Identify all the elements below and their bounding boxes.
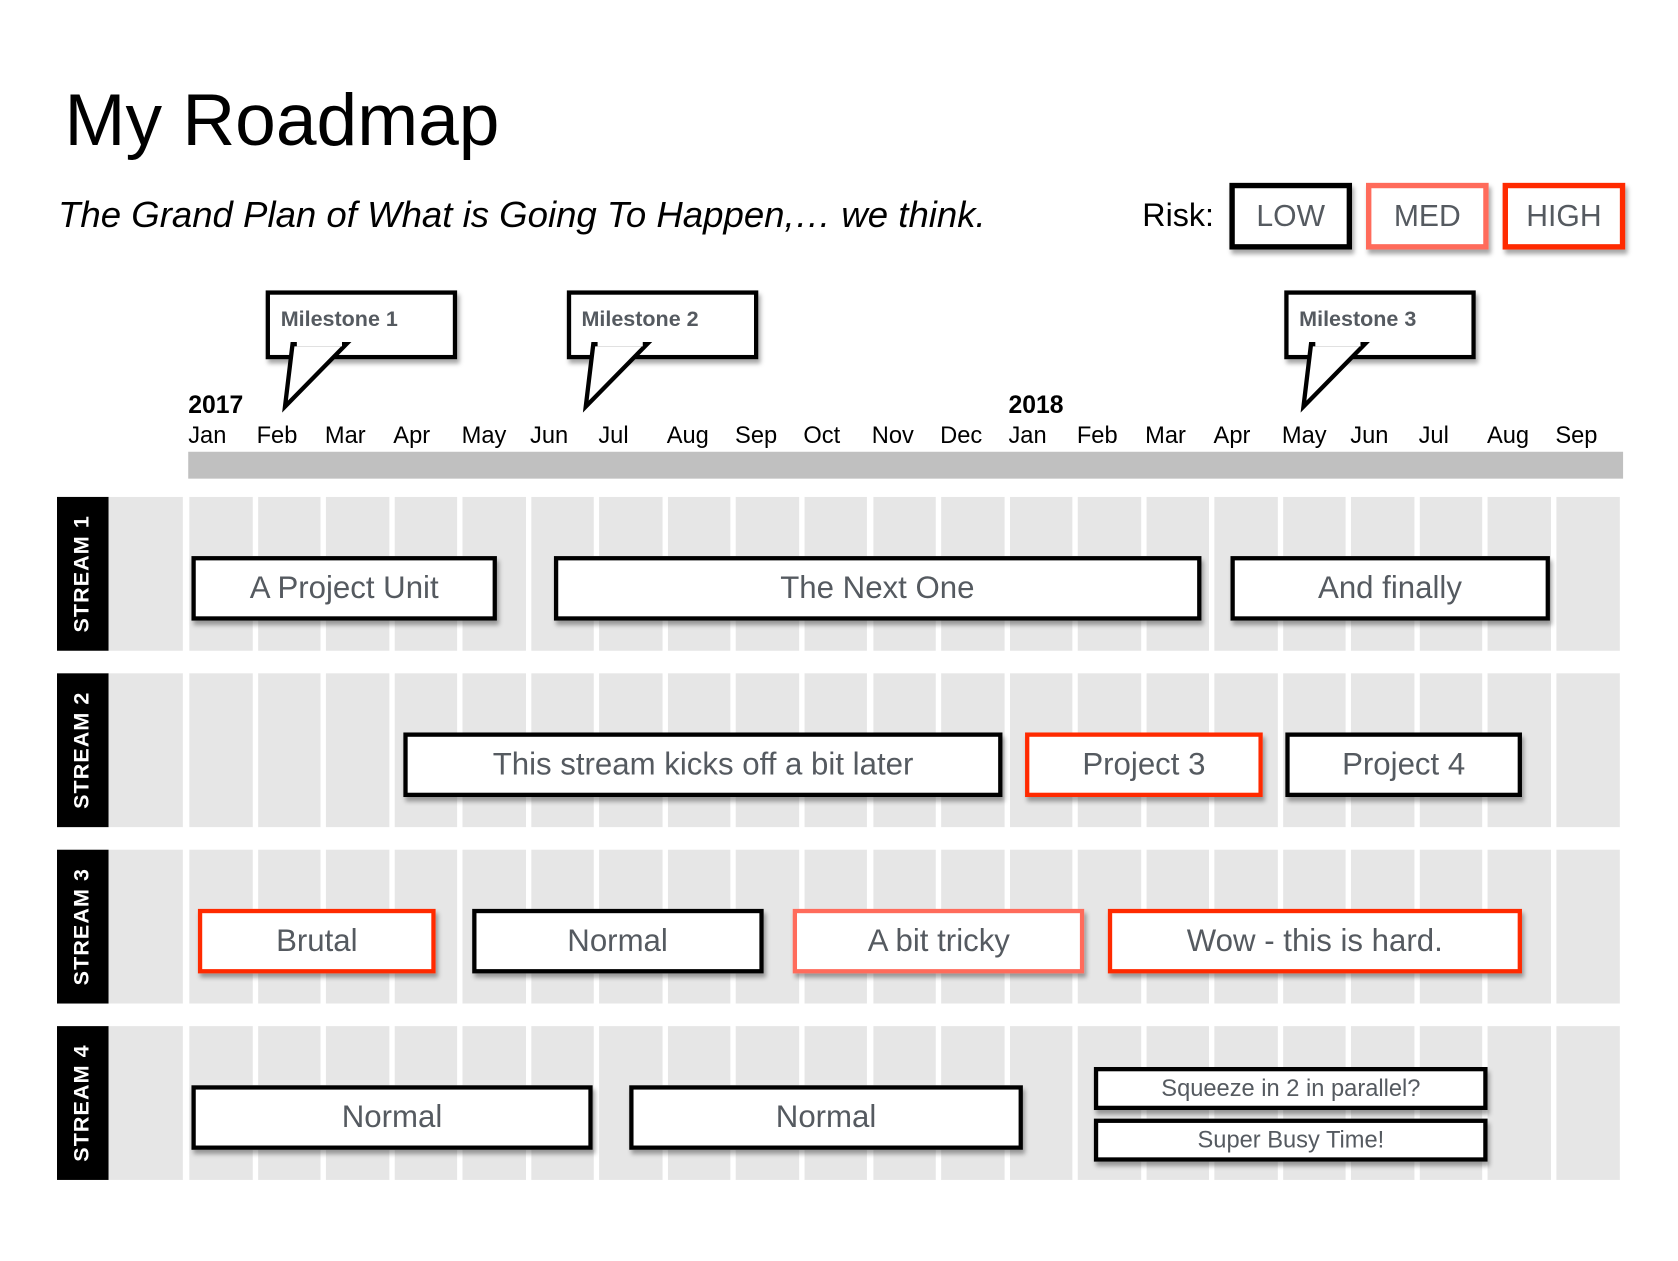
month-label: Oct <box>803 421 841 449</box>
task-bar[interactable]: Normal <box>471 908 764 974</box>
milestone-label: Milestone 2 <box>581 307 699 332</box>
month-label: Jun <box>530 421 569 449</box>
month-label: Aug <box>666 421 709 449</box>
task-bar[interactable]: Normal <box>191 1085 593 1150</box>
stream-label-text: STREAM 1 <box>70 515 95 633</box>
month-cell <box>1556 496 1620 651</box>
month-cell <box>257 673 321 828</box>
month-label: Apr <box>393 421 431 449</box>
stream-row: STREAM 4 Normal Normal Squeeze in 2 in para… <box>57 1026 1624 1180</box>
page-subtitle: The Grand Plan of What is Going To Happe… <box>58 194 986 236</box>
stream-lead-cell <box>108 1026 183 1180</box>
month-label: Sep <box>735 421 778 449</box>
stream-row: STREAM 2 This stream kicks off a bit late… <box>57 673 1624 828</box>
risk-legend-label: Risk: <box>1142 197 1214 234</box>
stream-label-text: STREAM 4 <box>70 1044 95 1162</box>
task-bar[interactable]: Squeeze in 2 in parallel? <box>1093 1066 1489 1111</box>
task-bar[interactable]: Project 4 <box>1285 732 1523 798</box>
roadmap-slide: My Roadmap The Grand Plan of What is Goi… <box>0 0 1678 1261</box>
month-label: May <box>1281 421 1327 449</box>
month-cell <box>1556 1026 1620 1180</box>
milestone-label: Milestone 1 <box>280 307 398 332</box>
month-label: Dec <box>940 421 983 449</box>
task-bar[interactable]: A Project Unit <box>191 556 497 621</box>
month-label: Nov <box>871 421 914 449</box>
stream-label: STREAM 3 <box>57 849 109 1004</box>
risk-legend-high: HIGH <box>1502 182 1626 250</box>
stream-lead-cell <box>108 496 183 651</box>
stream-lead-cell <box>108 673 183 828</box>
month-label: Jul <box>598 421 629 449</box>
month-label: Jun <box>1350 421 1389 449</box>
task-bar[interactable]: This stream kicks off a bit later <box>403 732 1003 798</box>
stream-label: STREAM 4 <box>57 1026 109 1180</box>
month-cell <box>1488 1026 1551 1180</box>
month-label: Apr <box>1213 421 1251 449</box>
month-cell <box>189 673 253 828</box>
month-label: Feb <box>256 421 298 449</box>
task-bar[interactable]: Brutal <box>198 908 436 974</box>
stream-label: STREAM 2 <box>57 673 109 828</box>
risk-legend-low: LOW <box>1229 182 1353 250</box>
month-label: Jul <box>1418 421 1449 449</box>
month-label: May <box>461 421 507 449</box>
stream-label-text: STREAM 3 <box>70 867 95 986</box>
task-bar[interactable]: A bit tricky <box>792 908 1085 974</box>
stream-label: STREAM 1 <box>57 496 109 651</box>
task-bar[interactable]: The Next One <box>553 556 1201 621</box>
task-bar[interactable]: Normal <box>628 1085 1024 1150</box>
stream-row: STREAM 1 A Project Unit The Next One And fi… <box>57 496 1624 651</box>
year-label: 2018 <box>1008 390 1064 419</box>
month-cell <box>1556 849 1620 1004</box>
task-bar[interactable]: Super Busy Time! <box>1093 1118 1489 1162</box>
month-label: Sep <box>1555 421 1598 449</box>
month-label: Mar <box>324 421 366 449</box>
page-title: My Roadmap <box>64 79 500 162</box>
risk-legend-med: MED <box>1366 182 1489 250</box>
month-label: Jan <box>188 421 227 449</box>
task-bar[interactable]: And finally <box>1230 556 1550 621</box>
stream-label-text: STREAM 2 <box>70 691 95 809</box>
month-label: Feb <box>1076 421 1118 449</box>
task-bar[interactable]: Wow - this is hard. <box>1107 908 1523 974</box>
month-label: Mar <box>1145 421 1186 449</box>
month-label: Jan <box>1008 421 1047 449</box>
milestone-pointer <box>1300 337 1370 413</box>
timeline-bar <box>188 451 1624 479</box>
year-label: 2017 <box>188 390 244 419</box>
month-label: Aug <box>1486 421 1530 449</box>
task-bar[interactable]: Project 3 <box>1025 732 1263 798</box>
milestone-label: Milestone 3 <box>1299 307 1417 332</box>
month-cell <box>1556 673 1620 828</box>
stream-row: STREAM 3 Brutal Normal A bit tricky Wow - th… <box>57 849 1624 1004</box>
stream-lead-cell <box>108 849 183 1004</box>
month-cell <box>326 673 389 828</box>
